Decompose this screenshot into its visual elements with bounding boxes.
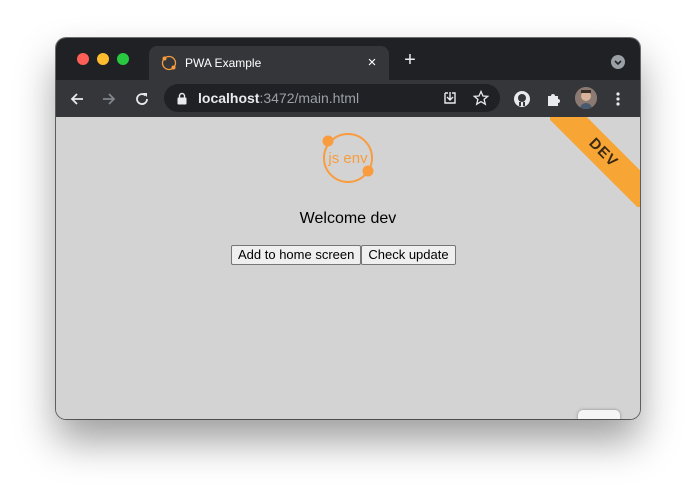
jsenv-favicon-icon <box>161 55 177 71</box>
kebab-menu-icon[interactable] <box>609 90 627 108</box>
address-bar[interactable]: localhost:3472/main.html <box>164 84 500 112</box>
new-tab-icon[interactable]: + <box>401 50 419 70</box>
back-arrow-icon[interactable] <box>68 90 86 108</box>
reload-icon[interactable] <box>133 90 151 108</box>
check-update-button[interactable]: Check update <box>361 245 456 265</box>
toolbar: localhost:3472/main.html <box>56 80 640 117</box>
tab-close-icon[interactable]: × <box>364 55 380 71</box>
url-path: :3472/main.html <box>259 90 360 106</box>
add-to-home-screen-button[interactable]: Add to home screen <box>231 245 362 265</box>
url-host: localhost <box>198 90 260 106</box>
forward-arrow-icon[interactable] <box>100 90 118 108</box>
close-window-icon[interactable] <box>77 53 89 65</box>
avatar[interactable] <box>575 87 597 109</box>
dev-ribbon-label: DEV <box>550 117 640 207</box>
action-buttons: Add to home screen Check update <box>231 245 456 266</box>
puzzle-extensions-icon[interactable] <box>545 90 563 108</box>
url-text[interactable]: localhost:3472/main.html <box>198 90 359 107</box>
github-extension-icon[interactable] <box>513 90 531 108</box>
title-bar: PWA Example × + <box>56 38 640 80</box>
maximize-window-icon[interactable] <box>117 53 129 65</box>
star-bookmark-icon[interactable] <box>473 90 489 106</box>
tab-title: PWA Example <box>185 56 262 70</box>
browser-window: PWA Example × + localhost:3472/main.html <box>56 38 640 419</box>
logo-text: js env <box>327 150 368 167</box>
page-viewport: js env Welcome dev Add to home screen Che… <box>56 117 640 419</box>
install-app-icon[interactable] <box>442 90 458 106</box>
minimize-window-icon[interactable] <box>97 53 109 65</box>
tab-search-icon[interactable] <box>611 55 625 69</box>
jsenv-logo: js env <box>322 133 374 183</box>
bottom-right-tab[interactable] <box>578 410 620 419</box>
dev-ribbon: DEV <box>550 117 640 207</box>
browser-tab[interactable]: PWA Example × <box>149 46 389 80</box>
lock-icon[interactable] <box>176 92 188 105</box>
welcome-heading: Welcome dev <box>299 210 397 227</box>
